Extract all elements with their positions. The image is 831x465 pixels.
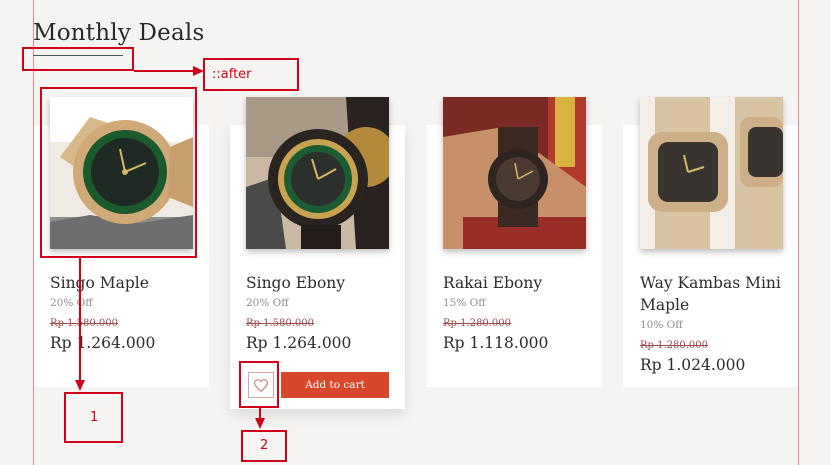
annotation-arrows — [75, 66, 265, 429]
